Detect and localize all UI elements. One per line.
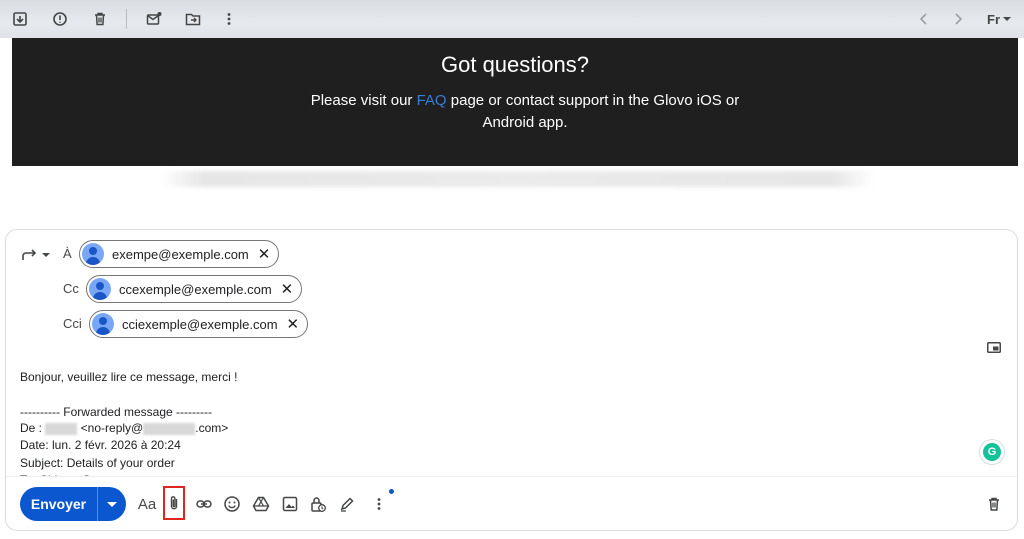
archive-icon xyxy=(13,12,27,26)
insert-emoji-button[interactable] xyxy=(219,491,245,517)
input-tools-button[interactable]: Fr xyxy=(982,7,1016,31)
notification-dot xyxy=(389,489,394,494)
to-label: À xyxy=(63,246,72,261)
message-greeting[interactable]: Bonjour, veuillez lire ce message, merci… xyxy=(20,370,237,384)
forwarded-header: ---------- Forwarded message --------- xyxy=(20,405,212,419)
more-options-button[interactable] xyxy=(366,491,392,517)
banner-text: Please visit our FAQ page or contact sup… xyxy=(282,90,768,134)
forwarded-date: Date: lun. 2 févr. 2026 à 20:24 xyxy=(20,438,181,452)
redacted-text xyxy=(45,422,78,435)
divider xyxy=(6,476,1017,477)
newer-message-button[interactable] xyxy=(912,7,936,31)
send-options-button[interactable] xyxy=(98,487,126,521)
formatting-options-button[interactable]: Aa xyxy=(134,491,160,517)
blurred-footer-text xyxy=(160,171,875,187)
link-icon xyxy=(196,500,212,508)
avatar-icon xyxy=(89,278,111,300)
forwarded-subject: Subject: Details of your order xyxy=(20,456,175,470)
forwarded-from: De : <no-reply@ .com> xyxy=(20,421,228,435)
attach-file-button[interactable] xyxy=(163,486,185,520)
email-banner: Got questions? Please visit our FAQ page… xyxy=(12,38,1018,166)
send-button-group: Envoyer xyxy=(20,487,126,521)
recipient-email: ccexemple@exemple.com xyxy=(119,281,272,297)
drive-icon xyxy=(252,496,270,512)
move-to-button[interactable] xyxy=(181,7,205,31)
from-prefix: De : xyxy=(20,421,46,435)
from-email-pre: <no-reply@ xyxy=(77,421,144,435)
insert-photo-button[interactable] xyxy=(277,491,303,517)
banner-text-post: page or contact support in the Glovo iOS… xyxy=(446,92,740,109)
redacted-text xyxy=(143,422,196,435)
chevron-left-icon xyxy=(919,13,927,25)
banner-text-pre: Please visit our xyxy=(310,92,417,109)
reply-compose: À exempe@exemple.com ✕ Cc ccexemple@exem… xyxy=(5,229,1018,531)
send-button[interactable]: Envoyer xyxy=(20,487,97,521)
recipient-chip-bcc[interactable]: cciexemple@exemple.com ✕ xyxy=(89,310,309,338)
grammarly-button[interactable]: G xyxy=(979,439,1005,465)
emoji-icon xyxy=(224,496,240,512)
from-email-post: .com> xyxy=(195,421,229,435)
report-spam-button[interactable] xyxy=(48,7,72,31)
insert-drive-button[interactable] xyxy=(248,491,274,517)
avatar-icon xyxy=(92,313,114,335)
confidential-mode-button[interactable] xyxy=(305,491,331,517)
archive-button[interactable] xyxy=(8,7,32,31)
pen-icon xyxy=(340,497,354,512)
grammarly-icon: G xyxy=(983,443,1001,461)
pop-out-icon[interactable] xyxy=(987,342,1001,353)
insert-signature-button[interactable] xyxy=(334,491,360,517)
mark-unread-button[interactable] xyxy=(142,7,166,31)
chevron-right-icon xyxy=(955,13,963,25)
insert-link-button[interactable] xyxy=(191,491,217,517)
more-vert-icon xyxy=(377,498,381,510)
recipient-email: exempe@exemple.com xyxy=(112,246,249,262)
chevron-down-icon xyxy=(1003,17,1011,21)
folder-move-icon xyxy=(185,13,201,26)
more-options-button[interactable] xyxy=(217,7,241,31)
delete-button[interactable] xyxy=(88,7,112,31)
banner-title: Got questions? xyxy=(441,52,589,77)
banner-text-line2: Android app. xyxy=(482,114,568,131)
remove-recipient-icon[interactable]: ✕ xyxy=(287,317,300,332)
more-vert-icon xyxy=(227,13,231,25)
recipient-chip-to[interactable]: exempe@exemple.com ✕ xyxy=(79,240,280,268)
remove-recipient-icon[interactable]: ✕ xyxy=(281,282,294,297)
lock-clock-icon xyxy=(311,497,326,512)
forward-type-button[interactable] xyxy=(20,246,54,264)
report-icon xyxy=(53,12,67,26)
trash-icon xyxy=(95,12,105,26)
input-tools-label: Fr xyxy=(987,11,1000,27)
avatar-icon xyxy=(82,243,104,265)
recipient-chip-cc[interactable]: ccexemple@exemple.com ✕ xyxy=(86,275,303,303)
recipient-email: cciexemple@exemple.com xyxy=(122,316,278,332)
remove-recipient-icon[interactable]: ✕ xyxy=(258,247,271,262)
text-format-icon: Aa xyxy=(137,495,157,513)
image-icon xyxy=(282,496,298,512)
older-message-button[interactable] xyxy=(946,7,970,31)
toolbar-divider xyxy=(126,9,127,29)
trash-icon xyxy=(989,497,999,511)
faq-link[interactable]: FAQ xyxy=(417,92,447,109)
mail-unread-icon xyxy=(146,12,162,25)
bcc-label: Cci xyxy=(63,316,82,331)
paperclip-icon xyxy=(170,496,178,510)
cc-label: Cc xyxy=(63,281,79,296)
discard-draft-button[interactable] xyxy=(981,491,1007,517)
message-toolbar: Fr xyxy=(0,0,1024,38)
